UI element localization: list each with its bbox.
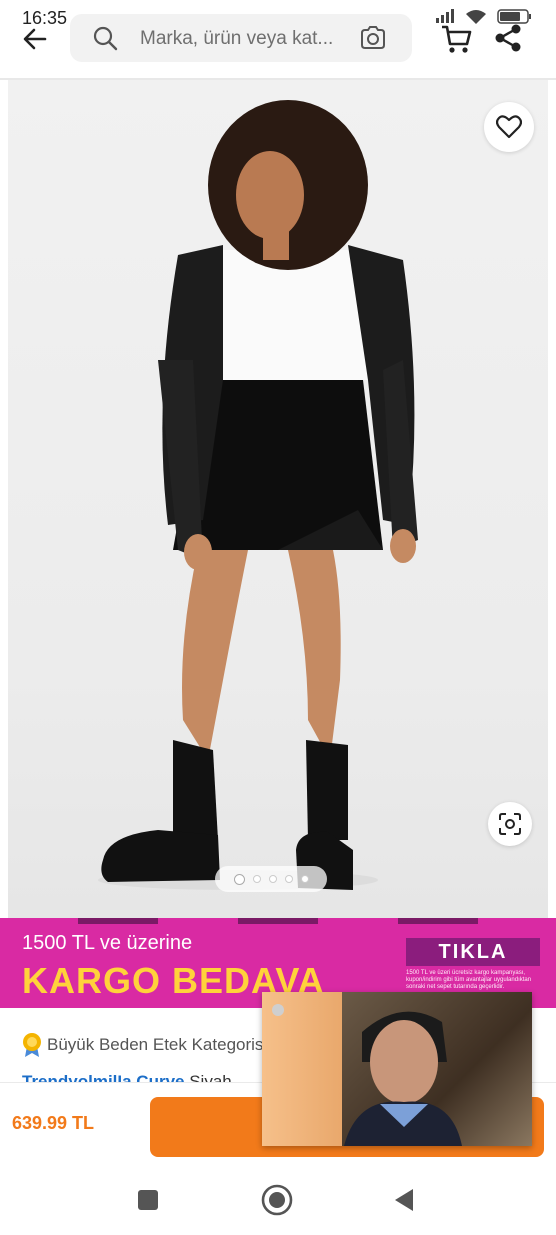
top-bar: 16:35 Marka, ürün veya kat... (0, 0, 556, 80)
recents-icon (138, 1190, 158, 1210)
back-button[interactable] (18, 22, 52, 56)
pager-dot[interactable] (268, 875, 277, 883)
home-icon (261, 1184, 293, 1216)
cart-icon (442, 25, 472, 53)
share-button[interactable] (492, 22, 528, 58)
back-arrow-icon (23, 28, 47, 50)
promo-stripe (238, 918, 318, 924)
promo-fine-print: 1500 TL ve üzeri ücretsiz kargo kampanya… (406, 970, 532, 990)
product-image[interactable] (8, 80, 548, 918)
recents-button[interactable] (130, 1182, 166, 1218)
video-frame-figure (272, 1004, 462, 1146)
camera-icon[interactable] (360, 26, 386, 50)
promo-stripe (398, 918, 478, 924)
share-icon (495, 24, 521, 52)
nav-back-button[interactable] (386, 1182, 422, 1218)
scan-icon (499, 813, 521, 835)
product-photo (98, 100, 418, 890)
price: 639.99 TL (12, 1113, 95, 1133)
search-icon (93, 26, 118, 51)
badge-icon (23, 1033, 41, 1057)
heart-icon (496, 115, 522, 139)
promo-stripe (78, 918, 158, 924)
search-input[interactable]: Marka, ürün veya kat... (140, 28, 333, 50)
pager-dot[interactable] (300, 875, 309, 883)
image-pager (215, 866, 327, 892)
floating-video-player[interactable] (262, 992, 532, 1146)
search-bar[interactable]: Marka, ürün veya kat... (70, 14, 412, 62)
visual-search-button[interactable] (488, 802, 532, 846)
back-icon (395, 1189, 413, 1211)
cart-button[interactable] (440, 22, 476, 58)
system-navigation-bar (0, 1162, 556, 1235)
pager-dot[interactable] (252, 875, 261, 883)
pager-dot[interactable] (284, 875, 293, 883)
product-page: 16:35 Marka, ürün veya kat... 1500 TL ve… (0, 0, 556, 1235)
pager-dot-active[interactable] (233, 873, 245, 885)
home-button[interactable] (259, 1182, 295, 1218)
category-link[interactable]: Büyük Beden Etek Kategorisi (47, 1035, 267, 1055)
favorite-button[interactable] (484, 102, 534, 152)
promo-line1: 1500 TL ve üzerine (22, 932, 193, 954)
promo-cta-button[interactable]: TIKLA (406, 938, 540, 966)
